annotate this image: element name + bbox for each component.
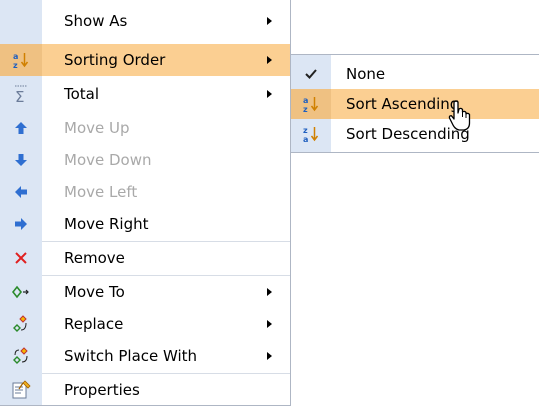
menu-item-switch-place-with[interactable]: Switch Place With <box>0 340 290 372</box>
menu-item-label: Show As <box>64 12 128 30</box>
menu-item-label: Switch Place With <box>64 347 198 365</box>
menu-item-move-down: Move Down <box>0 144 290 176</box>
submenu-arrow-icon <box>267 288 272 296</box>
submenu-item-sort-descending[interactable]: z a Sort Descending <box>291 119 539 149</box>
sort-az-icon: a z <box>291 89 331 119</box>
menu-item-label: Sorting Order <box>64 51 166 69</box>
menu-item-label: Move To <box>64 283 125 301</box>
menu-item-label: Properties <box>64 380 140 399</box>
menu-item-label: Replace <box>64 315 124 333</box>
svg-text:a: a <box>13 52 18 61</box>
menu-item-remove[interactable]: Remove <box>0 242 290 274</box>
move-to-icon <box>0 276 42 308</box>
menu-item-move-right[interactable]: Move Right <box>0 208 290 240</box>
arrow-up-icon <box>0 112 42 144</box>
menu-item-sorting-order[interactable]: a z Sorting Order <box>0 44 290 76</box>
submenu-arrow-icon <box>267 17 272 25</box>
submenu-arrow-icon <box>267 56 272 64</box>
checkmark-icon <box>291 59 331 89</box>
svg-text:Σ: Σ <box>15 88 24 103</box>
submenu-arrow-icon <box>267 320 272 328</box>
menu-item-properties[interactable]: Properties <box>0 374 290 405</box>
submenu-item-label: None <box>346 65 386 83</box>
arrow-left-icon <box>0 176 42 208</box>
menu-item-total[interactable]: Σ Total <box>0 78 290 110</box>
menu-item-move-left: Move Left <box>0 176 290 208</box>
properties-icon <box>0 374 42 405</box>
submenu-item-none[interactable]: None <box>291 59 539 89</box>
arrow-right-icon <box>0 208 42 240</box>
submenu-arrow-icon <box>267 352 272 360</box>
switch-place-icon <box>0 340 42 372</box>
menu-item-label: Move Down <box>64 151 152 169</box>
svg-text:z: z <box>303 126 308 135</box>
menu-item-move-up: Move Up <box>0 112 290 144</box>
menu-item-label: Move Left <box>64 183 138 201</box>
sort-za-icon: z a <box>291 119 331 149</box>
menu-item-label: Total <box>64 85 100 103</box>
red-x-icon <box>0 242 42 274</box>
svg-text:a: a <box>303 135 308 143</box>
hand-cursor-icon <box>448 100 471 131</box>
menu-item-replace[interactable]: Replace <box>0 308 290 340</box>
arrow-down-icon <box>0 144 42 176</box>
sort-az-icon: a z <box>0 44 42 76</box>
submenu-item-sort-ascending[interactable]: a z Sort Ascending <box>291 89 539 119</box>
sigma-icon: Σ <box>0 78 42 110</box>
menu-item-show-as[interactable]: Show As <box>0 4 290 38</box>
menu-item-label: Move Right <box>64 215 149 233</box>
context-menu: Show As a z Sorting Order Σ Total Move U… <box>0 0 291 406</box>
menu-item-label: Move Up <box>64 119 130 137</box>
sorting-order-submenu: None a z Sort Ascending z a Sort Descend… <box>290 54 539 153</box>
svg-text:a: a <box>303 96 308 105</box>
svg-text:z: z <box>303 105 308 113</box>
svg-text:z: z <box>13 61 18 69</box>
submenu-item-label: Sort Ascending <box>346 95 460 113</box>
menu-item-label: Remove <box>64 249 125 267</box>
replace-icon <box>0 308 42 340</box>
submenu-arrow-icon <box>267 90 272 98</box>
menu-item-move-to[interactable]: Move To <box>0 276 290 308</box>
